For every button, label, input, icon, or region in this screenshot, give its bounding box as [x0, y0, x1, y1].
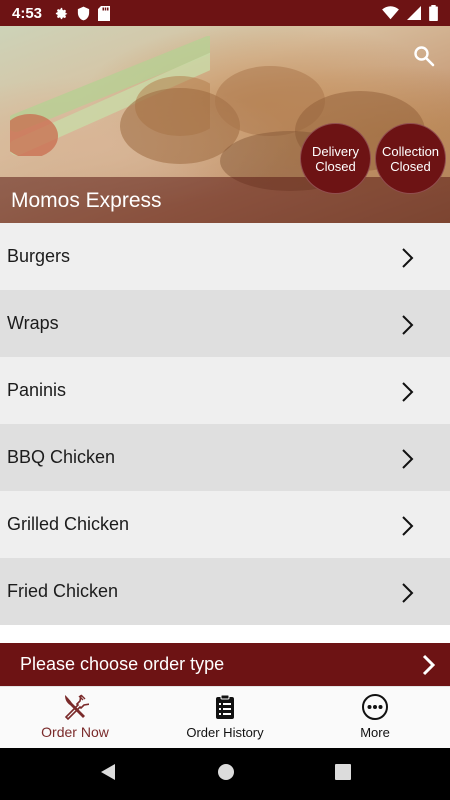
home-icon: [218, 763, 234, 780]
category-item-paninis[interactable]: Paninis: [0, 357, 450, 424]
delivery-status-badge[interactable]: Delivery Closed: [300, 123, 371, 194]
status-right-icons: [382, 5, 438, 21]
category-label: Paninis: [7, 380, 67, 400]
nav-more[interactable]: More: [300, 687, 450, 748]
collection-status-badge[interactable]: Collection Closed: [375, 123, 446, 194]
chevron-right-icon: [402, 583, 414, 603]
sd-card-icon: [98, 5, 111, 21]
order-type-label: Please choose order type: [20, 654, 225, 674]
hero-banner: Momos Express: [0, 26, 450, 223]
collection-status: Closed: [390, 158, 431, 174]
category-list: Burgers Wraps Paninis BBQ Chicken Grille…: [0, 223, 450, 625]
nav-order-history[interactable]: Order History: [150, 687, 300, 748]
status-time: 4:53: [12, 4, 43, 22]
recents-icon: [335, 763, 351, 780]
delivery-label: Delivery: [312, 143, 359, 159]
category-item-bbq-chicken[interactable]: BBQ Chicken: [0, 424, 450, 491]
collection-label: Collection: [381, 143, 440, 159]
chevron-right-icon: [402, 516, 414, 536]
restaurant-name: Momos Express: [11, 189, 162, 212]
status-left-icons: [54, 5, 111, 21]
back-icon: [101, 763, 115, 780]
chevron-right-icon: [402, 315, 414, 335]
fork-knife-icon: [61, 692, 89, 720]
category-item-fried-chicken[interactable]: Fried Chicken: [0, 558, 450, 625]
wifi-icon: [382, 6, 399, 20]
chevron-right-icon: [402, 382, 414, 402]
delivery-status: Closed: [315, 158, 356, 174]
shield-icon: [77, 6, 90, 21]
category-label: Wraps: [7, 313, 59, 333]
battery-icon: [429, 5, 438, 21]
signal-icon: [407, 6, 421, 20]
nav-label: More: [360, 725, 390, 740]
home-button[interactable]: [217, 763, 235, 786]
back-button[interactable]: [99, 763, 117, 786]
choose-order-type-button[interactable]: Please choose order type: [0, 643, 450, 686]
category-item-burgers[interactable]: Burgers: [0, 223, 450, 290]
status-bar: 4:53: [0, 0, 450, 26]
chevron-right-icon: [402, 248, 414, 268]
recents-button[interactable]: [335, 763, 351, 785]
more-dots-icon: [361, 693, 389, 721]
category-label: Burgers: [7, 246, 71, 266]
category-label: Fried Chicken: [7, 581, 119, 601]
category-label: Grilled Chicken: [7, 514, 130, 534]
category-label: BBQ Chicken: [7, 447, 116, 467]
bottom-nav: Order Now Order History More: [0, 686, 450, 748]
clipboard-icon: [215, 693, 235, 721]
chevron-right-icon: [422, 654, 436, 676]
search-icon: [414, 46, 435, 67]
nav-label: Order History: [186, 725, 264, 740]
category-item-wraps[interactable]: Wraps: [0, 290, 450, 357]
gear-icon: [54, 6, 69, 21]
system-nav-bar: [0, 748, 450, 800]
chevron-right-icon: [402, 449, 414, 469]
search-button[interactable]: [412, 44, 436, 68]
nav-order-now[interactable]: Order Now: [0, 687, 150, 748]
nav-label: Order Now: [41, 724, 109, 740]
category-item-grilled-chicken[interactable]: Grilled Chicken: [0, 491, 450, 558]
